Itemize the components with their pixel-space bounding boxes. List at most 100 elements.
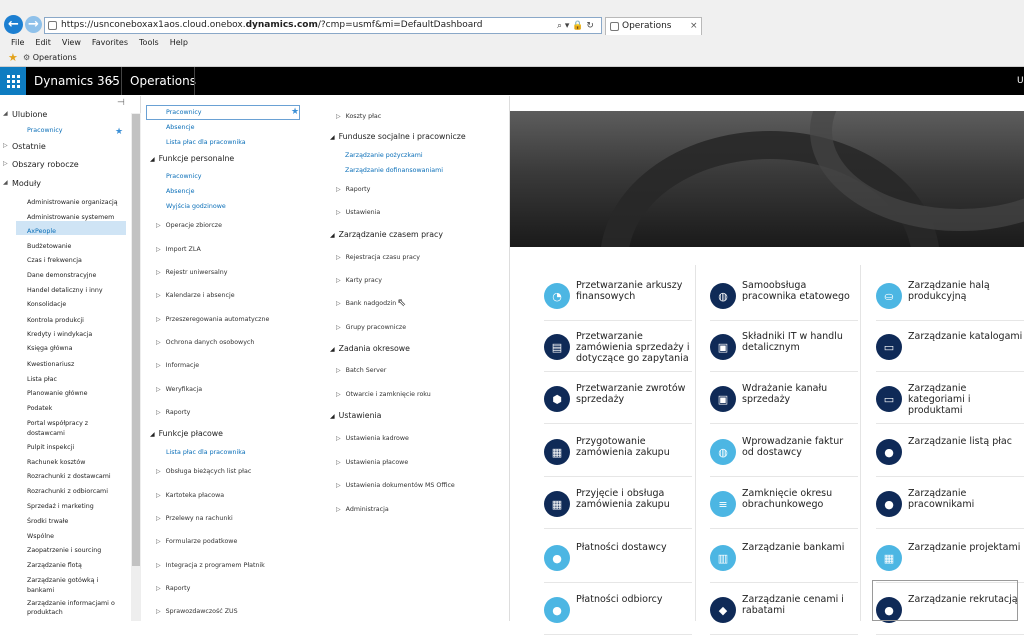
nav-module-item[interactable]: Administrowanie organizacją (27, 199, 127, 207)
menu-item-tools[interactable]: Tools (139, 36, 159, 49)
flyout-group[interactable]: ▷ Rejestr uniwersalny (156, 269, 228, 276)
favorites-star-icon[interactable]: ★ (8, 52, 18, 63)
nav-module-item[interactable]: Rozrachunki z dostawcami (27, 473, 127, 481)
flyout-section-heading[interactable]: ◢ Zadania okresowe (330, 344, 410, 353)
flyout-group[interactable]: ▷ Ochrona danych osobowych (156, 339, 254, 346)
address-bar-tools-icon[interactable]: ⌕ ▾ 🔒 ↻ (557, 18, 601, 33)
flyout-link-selected[interactable]: Pracownicy (166, 109, 202, 116)
nav-module-item[interactable]: Konsolidacje (27, 301, 127, 309)
workspace-tile[interactable]: ▭ Zarządzanie kategoriami i produktami (876, 378, 1024, 424)
flyout-section-heading[interactable]: ◢ Funkcje płacowe (150, 429, 223, 438)
flyout-section-heading[interactable]: ◢ Funkcje personalne (150, 154, 234, 163)
flyout-group[interactable]: ▷ Integracja z programem Płatnik (156, 562, 265, 569)
flyout-group[interactable]: ▷ Import ZLA (156, 246, 201, 253)
workspace-tile[interactable]: ≡ Zamknięcie okresu obrachunkowego (710, 483, 858, 529)
flyout-group[interactable]: ▷ Ustawienia (336, 209, 380, 216)
nav-module-item[interactable]: Księga główna (27, 345, 127, 353)
menu-item-edit[interactable]: Edit (35, 36, 51, 49)
nav-module-item[interactable]: Czas i frekwencja (27, 257, 127, 265)
nav-module-item[interactable]: Zarządzanie gotówką i (27, 577, 127, 585)
flyout-link[interactable]: Lista płac dla pracownika (166, 449, 246, 456)
chevron-down-icon[interactable]: ⌄ (107, 67, 115, 95)
app-launcher-icon[interactable] (0, 67, 26, 95)
flyout-group[interactable]: ▷ Raporty (336, 186, 370, 193)
flyout-group[interactable]: ▷ Karty pracy (336, 277, 382, 284)
nav-module-item[interactable]: Rachunek kosztów (27, 459, 127, 467)
workspace-tile[interactable]: ▣ Składniki IT w handlu detalicznym (710, 326, 858, 372)
flyout-section-heading[interactable]: ◢ Ustawienia (330, 411, 381, 420)
nav-module-item[interactable]: Rozrachunki z odbiorcami (27, 488, 127, 496)
nav-scrollbar-thumb[interactable] (132, 114, 140, 566)
flyout-link[interactable]: Absencje (166, 188, 195, 195)
nav-module-item[interactable]: Handel detaliczny i inny (27, 287, 127, 295)
nav-module-item[interactable]: Zaopatrzenie i sourcing (27, 547, 127, 555)
favorite-star-icon[interactable]: ★ (115, 127, 123, 137)
flyout-group[interactable]: ▷ Ustawienia dokumentów MS Office (336, 482, 455, 489)
flyout-link[interactable]: Absencje (166, 124, 195, 131)
forward-arrow-icon[interactable]: → (25, 16, 42, 33)
flyout-group[interactable]: ▷ Obsługa bieżących list płac (156, 468, 251, 475)
favorites-bar-item[interactable]: ⚙ Operations (23, 52, 77, 64)
flyout-link[interactable]: Zarządzanie dofinansowaniami (345, 167, 443, 174)
flyout-link[interactable]: Zarządzanie pożyczkami (345, 152, 423, 159)
workspace-tile[interactable]: ● Płatności dostawcy (544, 537, 692, 583)
nav-module-item[interactable]: Administrowanie systemem (27, 214, 127, 222)
flyout-group[interactable]: ▷ Otwarcie i zamknięcie roku (336, 391, 431, 398)
flyout-group[interactable]: ▷ Operacje zbiorcze (156, 222, 222, 229)
nav-module-item[interactable]: produktach (27, 609, 127, 617)
flyout-group[interactable]: ▷ Rejestracja czasu pracy (336, 254, 420, 261)
nav-module-item[interactable]: bankami (27, 587, 127, 595)
flyout-group[interactable]: ▷ Grupy pracownicze (336, 324, 406, 331)
workspace-tile[interactable]: ● Zarządzanie pracownikami (876, 483, 1024, 529)
menu-item-favorites[interactable]: Favorites (92, 36, 128, 49)
nav-module-item[interactable]: Środki trwałe (27, 518, 127, 526)
nav-module-item[interactable]: Kwestionariusz (27, 361, 127, 369)
nav-section-modules[interactable]: ◢ Moduły (3, 179, 41, 188)
workspace-tile[interactable]: ● Płatności odbiorcy (544, 589, 692, 635)
workspace-tile[interactable]: ◍ Samoobsługa pracownika etatowego (710, 275, 858, 321)
user-initial[interactable]: U (1017, 67, 1024, 95)
nav-section-favorites[interactable]: ◢ Ulubione (3, 110, 47, 119)
workspace-tile[interactable]: ◔ Przetwarzanie arkuszy finansowych (544, 275, 692, 321)
nav-module-item[interactable]: Lista płac (27, 376, 127, 384)
nav-section-recent[interactable]: ▷ Ostatnie (3, 142, 46, 151)
flyout-section-heading[interactable]: ◢ Zarządzanie czasem pracy (330, 230, 443, 239)
workspace-tile[interactable]: ● Zarządzanie listą płac (876, 431, 1024, 477)
menu-item-file[interactable]: File (11, 36, 24, 49)
nav-module-item[interactable]: Zarządzanie informacjami o (27, 600, 127, 608)
nav-module-item[interactable]: Portal współpracy z (27, 420, 127, 428)
workspace-tile[interactable]: ▦ Przyjęcie i obsługa zamówienia zakupu (544, 483, 692, 529)
workspace-tile[interactable]: ⛀ Zarządzanie halą produkcyjną (876, 275, 1024, 321)
flyout-group[interactable]: ▷ Batch Server (336, 367, 386, 374)
workspace-tile[interactable]: ▤ Przetwarzanie zamówienia sprzedaży i do… (544, 326, 692, 372)
flyout-group[interactable]: ▷ Przeszeregowania automatyczne (156, 316, 269, 323)
flyout-group[interactable]: ▷ Raporty (156, 409, 190, 416)
flyout-group[interactable]: ▷ Informacje (156, 362, 199, 369)
nav-module-item[interactable]: Zarządzanie flotą (27, 562, 127, 570)
workspace-tile[interactable]: ⬢ Przetwarzanie zwrotów sprzedaży (544, 378, 692, 424)
flyout-group[interactable]: ▷ Formularze podatkowe (156, 538, 237, 545)
flyout-group[interactable]: ▷ Sprawozdawczość ZUS (156, 608, 238, 615)
flyout-group[interactable]: ▷ Ustawienia kadrowe (336, 435, 409, 442)
browser-tab[interactable]: Operations (605, 17, 702, 35)
workspace-tile[interactable]: ▦ Zarządzanie projektami (876, 537, 1024, 583)
nav-module-item[interactable]: Budżetowanie (27, 243, 127, 251)
nav-module-item[interactable]: Podatek (27, 405, 127, 413)
nav-module-item[interactable]: Kontrola produkcji (27, 317, 127, 325)
workspace-tile[interactable]: ▦ Przygotowanie zamówienia zakupu (544, 431, 692, 477)
flyout-group[interactable]: ▷ Koszty płac (336, 113, 381, 120)
back-arrow-icon[interactable]: ← (4, 15, 23, 34)
workspace-tile[interactable]: ▥ Zarządzanie bankami (710, 537, 858, 583)
workspace-tile[interactable]: ◍ Wprowadzanie faktur od dostawcy (710, 431, 858, 477)
flyout-group[interactable]: ▷ Kartoteka płacowa (156, 492, 224, 499)
flyout-group[interactable]: ▷ Raporty (156, 585, 190, 592)
pin-icon[interactable]: ⊣ (117, 98, 125, 108)
nav-module-item[interactable]: Dane demonstracyjne (27, 272, 127, 280)
flyout-link[interactable]: Pracownicy (166, 173, 202, 180)
address-bar[interactable]: https://usnconeboxax1aos.cloud.onebox.dy… (44, 17, 602, 34)
workspace-tile[interactable]: ◆ Zarządzanie cenami i rabatami (710, 589, 858, 635)
flyout-group[interactable]: ▷ Ustawienia płacowe (336, 459, 408, 466)
flyout-link[interactable]: Lista płac dla pracownika (166, 139, 246, 146)
menu-item-view[interactable]: View (62, 36, 81, 49)
nav-module-item[interactable]: Sprzedaż i marketing (27, 503, 127, 511)
